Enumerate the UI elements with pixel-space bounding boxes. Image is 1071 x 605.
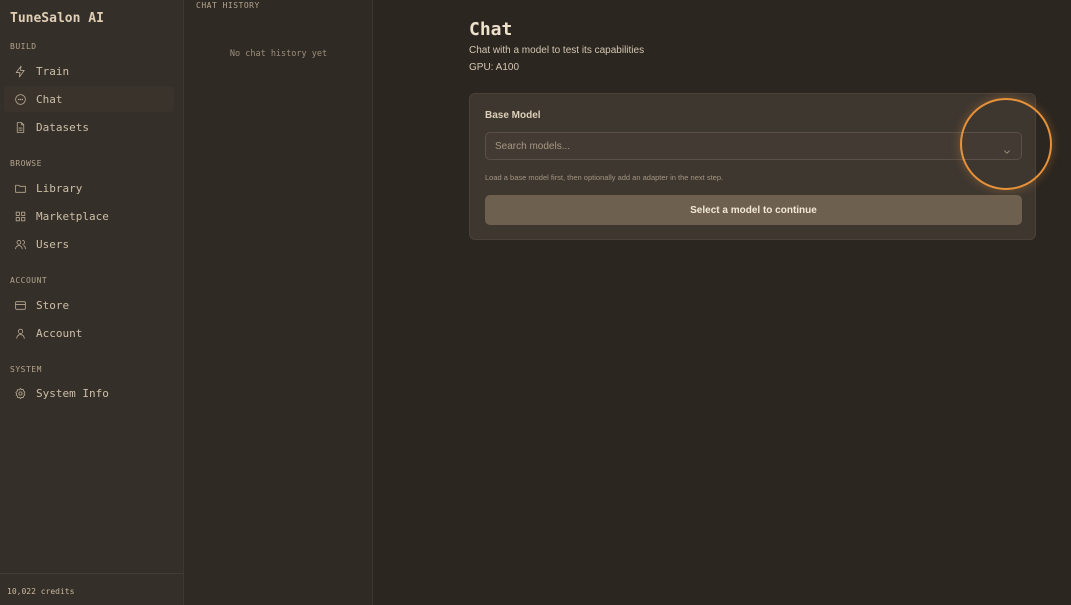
brand-title: TuneSalon AI: [10, 11, 104, 26]
sidebar: TuneSalon AI BUILD Train Chat Datasets B…: [0, 0, 184, 605]
sidebar-item-label: Datasets: [36, 120, 89, 134]
chevron-down-icon[interactable]: [1002, 142, 1012, 154]
sidebar-item-store[interactable]: Store: [4, 292, 174, 318]
sidebar-item-train[interactable]: Train: [4, 58, 174, 84]
section-label-browse: BROWSE: [10, 159, 42, 168]
bolt-icon: [13, 64, 27, 78]
sidebar-item-label: Library: [36, 181, 83, 195]
sidebar-item-account[interactable]: Account: [4, 320, 174, 346]
select-model-continue-button[interactable]: Select a model to continue: [485, 195, 1022, 225]
user-icon: [13, 326, 27, 340]
card-icon: [13, 298, 27, 312]
gear-icon: [13, 386, 27, 400]
base-model-hint: Load a base model first, then optionally…: [485, 173, 724, 182]
model-search-select[interactable]: Search models...: [485, 132, 1022, 160]
base-model-card: Base Model Search models... Load a base …: [469, 93, 1036, 240]
section-label-build: BUILD: [10, 42, 37, 51]
gpu-label: GPU: A100: [469, 62, 520, 73]
page-subtitle: Chat with a model to test its capabiliti…: [469, 45, 645, 56]
grid-icon: [13, 209, 27, 223]
sidebar-item-chat[interactable]: Chat: [4, 86, 174, 112]
sidebar-item-library[interactable]: Library: [4, 175, 174, 201]
sidebar-item-system-info[interactable]: System Info: [4, 380, 174, 406]
folder-icon: [13, 181, 27, 195]
users-icon: [13, 237, 27, 251]
file-icon: [13, 120, 27, 134]
credits-count: 10,022 credits: [7, 587, 75, 596]
sidebar-item-label: Train: [36, 64, 70, 78]
credits-footer: 10,022 credits: [0, 573, 183, 605]
section-label-system: SYSTEM: [10, 365, 42, 374]
sidebar-item-label: Store: [36, 298, 70, 312]
sidebar-item-label: Marketplace: [36, 209, 109, 223]
sidebar-item-datasets[interactable]: Datasets: [4, 114, 174, 140]
chat-history-title: CHAT HISTORY: [196, 1, 260, 10]
sidebar-item-label: System Info: [36, 386, 109, 400]
page-title: Chat: [469, 19, 513, 40]
sidebar-item-label: Chat: [36, 92, 63, 106]
sidebar-item-label: Users: [36, 237, 70, 251]
chat-bubble-icon: [13, 92, 27, 106]
model-search-placeholder: Search models...: [495, 141, 571, 152]
chat-history-panel: CHAT HISTORY No chat history yet: [184, 0, 373, 605]
base-model-label: Base Model: [485, 110, 541, 121]
sidebar-item-label: Account: [36, 326, 83, 340]
chat-history-empty: No chat history yet: [229, 49, 328, 59]
sidebar-item-marketplace[interactable]: Marketplace: [4, 203, 174, 229]
main-content: Chat Chat with a model to test its capab…: [373, 0, 1071, 605]
section-label-account: ACCOUNT: [10, 276, 48, 285]
sidebar-item-users[interactable]: Users: [4, 231, 174, 257]
